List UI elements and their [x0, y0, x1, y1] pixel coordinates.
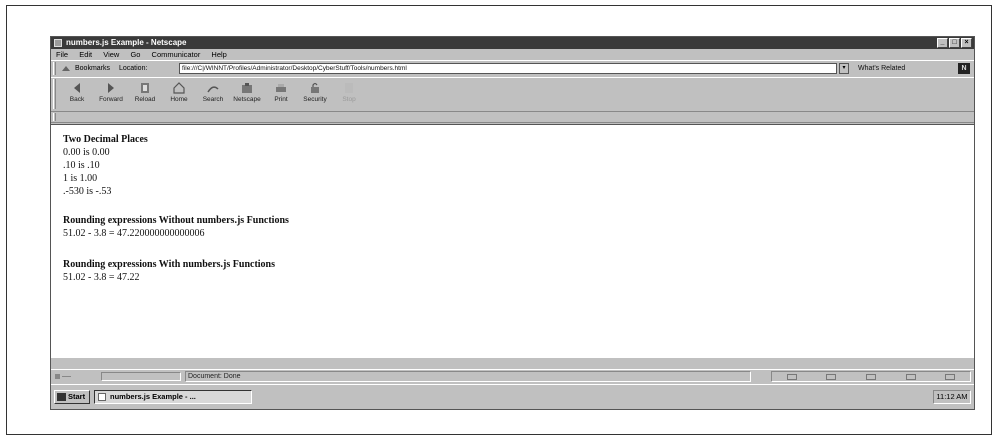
progress-bar [101, 372, 181, 381]
start-label: Start [68, 392, 86, 401]
stop-label: Stop [342, 96, 356, 103]
status-bar: Document: Done [51, 369, 974, 383]
stop-button[interactable]: Stop [331, 80, 367, 109]
search-button[interactable]: Search [195, 80, 231, 109]
personal-toolbar [51, 112, 974, 123]
back-label: Back [69, 96, 85, 103]
section-heading: Rounding expressions Without numbers.js … [63, 215, 289, 226]
reload-button[interactable]: Reload [127, 80, 163, 109]
location-url-input[interactable]: file:///C|/WINNT/Profiles/Administrator/… [179, 63, 837, 74]
netscape-task-icon [98, 393, 106, 401]
print-icon [276, 84, 286, 92]
result-line: .-530 is -.53 [63, 186, 112, 197]
navigation-toolbar: Back Forward Reload Home Search Netscape… [51, 77, 974, 112]
status-text: Document: Done [185, 371, 751, 382]
whats-related-button[interactable]: What's Related [858, 64, 905, 74]
toolbar-grip[interactable] [53, 79, 56, 109]
menu-communicator[interactable]: Communicator [152, 50, 201, 59]
window-title: numbers.js Example - Netscape [66, 38, 187, 47]
home-button[interactable]: Home [161, 80, 197, 109]
title-bar[interactable]: numbers.js Example - Netscape _ □ × [51, 37, 974, 49]
location-toolbar: Bookmarks Location: file:///C|/WINNT/Pro… [51, 60, 974, 78]
close-button[interactable]: × [961, 38, 972, 48]
newsgroups-icon[interactable] [865, 373, 876, 380]
menu-go[interactable]: Go [130, 50, 140, 59]
toolbar-grip[interactable] [53, 62, 56, 75]
menu-view[interactable]: View [103, 50, 119, 59]
result-line: 51.02 - 3.8 = 47.220000000000006 [63, 228, 205, 239]
print-label: Print [274, 96, 288, 103]
security-button[interactable]: Security [297, 80, 333, 109]
start-button[interactable]: Start [54, 390, 90, 404]
security-lock-icon [311, 82, 319, 93]
search-label: Search [202, 96, 224, 103]
bookmarks-icon [62, 66, 70, 71]
section-heading: Rounding expressions With numbers.js Fun… [63, 259, 276, 270]
result-line: .10 is .10 [63, 160, 100, 171]
address-book-icon[interactable] [905, 373, 916, 380]
window-controls: _ □ × [937, 38, 972, 48]
windows-taskbar: Start numbers.js Example - ... 11:12 AM [51, 384, 974, 409]
bookmarks-button[interactable]: Bookmarks [75, 64, 110, 74]
home-label: Home [170, 96, 188, 103]
windows-flag-icon [57, 393, 66, 401]
menu-edit[interactable]: Edit [79, 50, 92, 59]
netscape-icon [242, 83, 252, 93]
maximize-button[interactable]: □ [949, 38, 960, 48]
print-button[interactable]: Print [263, 80, 299, 109]
home-icon [173, 82, 185, 94]
minimize-button[interactable]: _ [937, 38, 948, 48]
forward-arrow-icon [108, 83, 114, 93]
reload-label: Reload [134, 96, 156, 103]
reload-icon [141, 83, 149, 93]
mail-icon[interactable] [826, 373, 837, 380]
url-dropdown-button[interactable]: ▾ [839, 63, 849, 74]
taskbar-item-netscape[interactable]: numbers.js Example - ... [94, 390, 252, 404]
netscape-button[interactable]: Netscape [229, 80, 265, 109]
netscape-window-icon [54, 39, 62, 47]
forward-label: Forward [99, 96, 123, 103]
toolbar-grip[interactable] [53, 113, 56, 121]
system-clock: 11:12 AM [933, 390, 971, 404]
connection-status-icon [55, 374, 71, 379]
menu-help[interactable]: Help [211, 50, 226, 59]
section-heading: Two Decimal Places [63, 134, 148, 145]
browser-window: numbers.js Example - Netscape _ □ × File… [50, 36, 975, 410]
back-button[interactable]: Back [59, 80, 95, 109]
navigator-icon[interactable] [786, 373, 797, 380]
netscape-logo-icon: N [958, 63, 970, 74]
result-line: 51.02 - 3.8 = 47.22 [63, 272, 140, 283]
result-line: 0.00 is 0.00 [63, 147, 110, 158]
menu-file[interactable]: File [56, 50, 68, 59]
search-icon [207, 86, 219, 93]
stop-icon [345, 83, 353, 93]
forward-button[interactable]: Forward [93, 80, 129, 109]
result-line: 1 is 1.00 [63, 173, 98, 184]
back-arrow-icon [74, 83, 80, 93]
security-label: Security [303, 96, 327, 103]
composer-icon[interactable] [945, 373, 956, 380]
page-content: Two Decimal Places 0.00 is 0.00 .10 is .… [51, 124, 974, 358]
location-label: Location: [119, 65, 148, 72]
netscape-label: Netscape [233, 96, 261, 103]
component-bar [771, 371, 971, 382]
menu-bar: File Edit View Go Communicator Help [51, 49, 974, 60]
taskbar-item-label: numbers.js Example - ... [110, 392, 196, 401]
